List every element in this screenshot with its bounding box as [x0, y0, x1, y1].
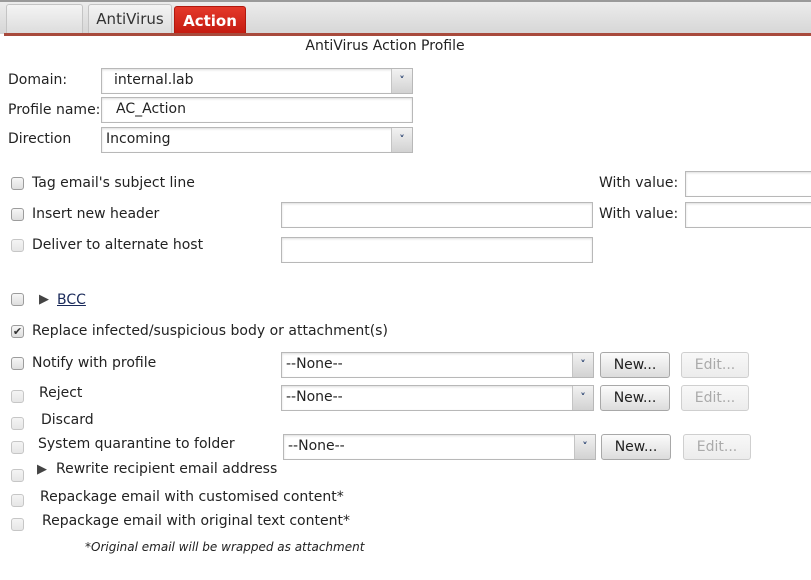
- repackage-original-label: Repackage email with original text conte…: [42, 513, 350, 529]
- insert-header-checkbox[interactable]: [11, 208, 24, 221]
- insert-header-label: Insert new header: [32, 206, 160, 222]
- tag-with-value-input[interactable]: [685, 171, 811, 197]
- chevron-down-icon[interactable]: ˅: [572, 386, 593, 410]
- tab-blank[interactable]: [6, 4, 83, 34]
- domain-select[interactable]: internal.lab ˅: [101, 68, 413, 94]
- triangle-right-icon[interactable]: ▶: [37, 462, 47, 477]
- repackage-original-checkbox[interactable]: [11, 518, 24, 531]
- chevron-down-icon[interactable]: ˅: [391, 69, 412, 93]
- footnote: *Original email will be wrapped as attac…: [85, 540, 365, 554]
- tab-underline: [4, 33, 811, 36]
- notify-profile-value: --None--: [286, 356, 343, 372]
- rewrite-recipient-checkbox[interactable]: [11, 469, 24, 482]
- tag-with-value-label: With value:: [599, 175, 679, 191]
- tag-subject-label: Tag email's subject line: [32, 175, 195, 191]
- discard-label: Discard: [41, 412, 94, 428]
- notify-profile-select[interactable]: --None-- ˅: [281, 352, 594, 378]
- notify-profile-checkbox[interactable]: [11, 357, 24, 370]
- system-quarantine-label: System quarantine to folder: [38, 436, 235, 452]
- bcc-link[interactable]: BCC: [57, 292, 86, 308]
- system-quarantine-select[interactable]: --None-- ˅: [283, 434, 596, 460]
- notify-edit-button[interactable]: Edit...: [681, 352, 749, 378]
- system-quarantine-checkbox[interactable]: [11, 441, 24, 454]
- alt-host-input[interactable]: [281, 237, 593, 263]
- reject-select[interactable]: --None-- ˅: [281, 385, 594, 411]
- header-name-input[interactable]: [281, 202, 593, 228]
- replace-infected-checkbox[interactable]: ✔: [11, 325, 24, 338]
- bcc-checkbox[interactable]: [11, 293, 24, 306]
- direction-label: Direction: [8, 131, 72, 147]
- rewrite-recipient-label[interactable]: Rewrite recipient email address: [56, 461, 277, 477]
- domain-value: internal.lab: [114, 72, 194, 88]
- triangle-right-icon[interactable]: ▶: [39, 292, 49, 307]
- repackage-custom-label: Repackage email with customised content*: [40, 489, 344, 505]
- direction-value: Incoming: [106, 131, 171, 147]
- discard-checkbox[interactable]: [11, 417, 24, 430]
- chevron-down-icon[interactable]: ˅: [391, 128, 412, 152]
- profile-name-input[interactable]: AC_Action: [101, 97, 413, 123]
- reject-new-button[interactable]: New...: [600, 385, 670, 411]
- replace-infected-label: Replace infected/suspicious body or atta…: [32, 323, 388, 339]
- profile-name-label: Profile name:: [8, 102, 101, 118]
- notify-profile-label: Notify with profile: [32, 355, 157, 371]
- direction-select[interactable]: Incoming ˅: [101, 127, 413, 153]
- tab-action[interactable]: Action: [174, 6, 246, 34]
- reject-label: Reject: [39, 385, 83, 401]
- deliver-alt-host-label: Deliver to alternate host: [32, 237, 204, 253]
- notify-new-button[interactable]: New...: [600, 352, 670, 378]
- chevron-down-icon[interactable]: ˅: [574, 435, 595, 459]
- reject-value: --None--: [286, 389, 343, 405]
- repackage-custom-checkbox[interactable]: [11, 494, 24, 507]
- header-with-value-input[interactable]: [685, 202, 811, 228]
- system-quarantine-value: --None--: [288, 438, 345, 454]
- reject-checkbox[interactable]: [11, 390, 24, 403]
- domain-label: Domain:: [8, 72, 68, 88]
- chevron-down-icon[interactable]: ˅: [572, 353, 593, 377]
- checkmark-icon: ✔: [12, 325, 23, 338]
- header-with-value-label: With value:: [599, 206, 679, 222]
- tab-antivirus[interactable]: AntiVirus: [88, 4, 172, 34]
- page-title: AntiVirus Action Profile: [305, 38, 465, 54]
- tag-subject-checkbox[interactable]: [11, 177, 24, 190]
- quarantine-edit-button[interactable]: Edit...: [683, 434, 751, 460]
- profile-name-value: AC_Action: [116, 101, 186, 117]
- deliver-alt-host-checkbox[interactable]: [11, 239, 24, 252]
- quarantine-new-button[interactable]: New...: [601, 434, 671, 460]
- reject-edit-button[interactable]: Edit...: [681, 385, 749, 411]
